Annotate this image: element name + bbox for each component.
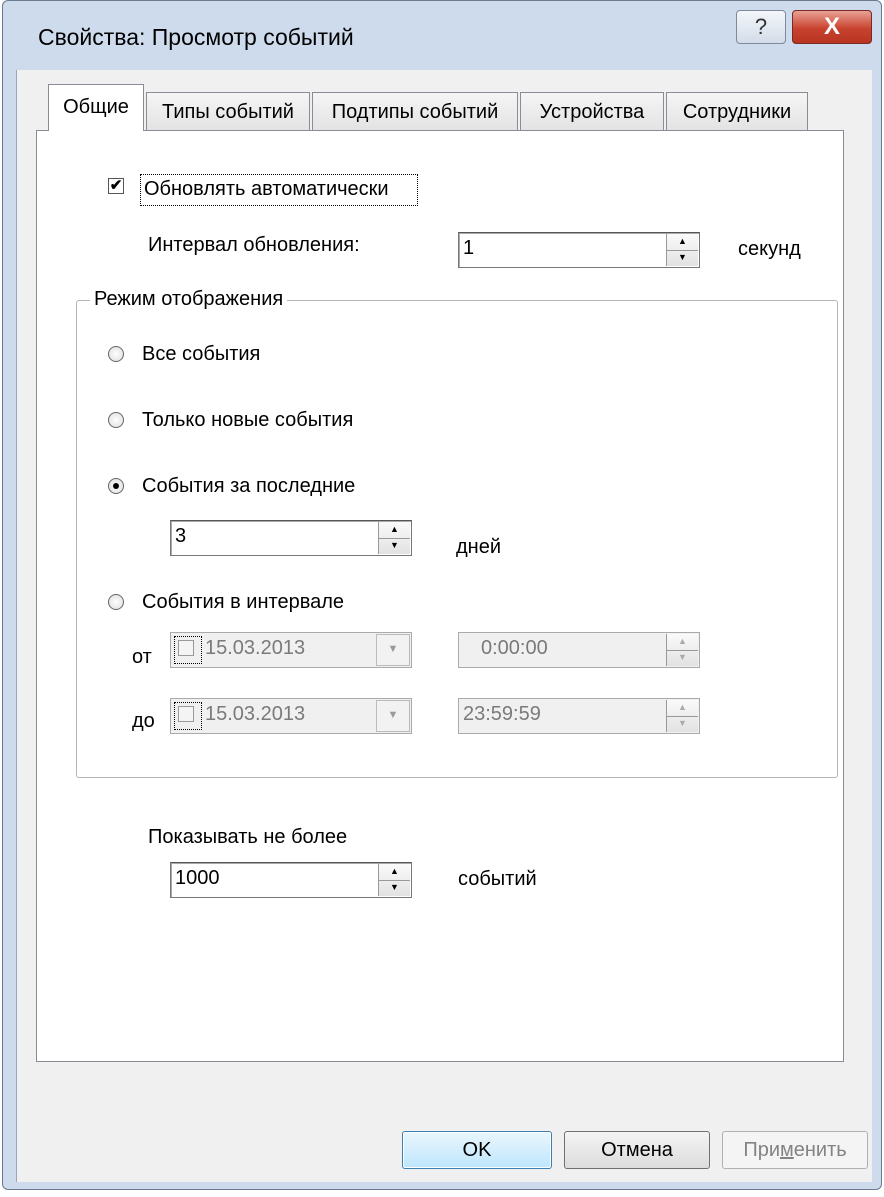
spin-up-icon[interactable]: ▲ — [667, 634, 698, 651]
interval-input[interactable]: 1 — [458, 232, 700, 268]
spin-up-icon[interactable]: ▲ — [379, 522, 410, 539]
spin-up-icon[interactable]: ▲ — [667, 700, 698, 717]
max-events-label: Показывать не более — [148, 826, 348, 848]
focus-rectangle — [174, 636, 202, 664]
spin-up-icon[interactable]: ▲ — [667, 234, 698, 251]
tab-general[interactable]: Общие — [48, 84, 144, 131]
range-events-label[interactable]: События в интервале — [142, 591, 344, 614]
apply-label-suffix: енить — [793, 1139, 847, 1161]
last-events-label[interactable]: События за последние — [142, 475, 355, 498]
apply-button[interactable]: Применить — [722, 1131, 868, 1169]
auto-refresh-label[interactable]: Обновлять автоматически — [144, 178, 389, 201]
chevron-down-icon: ▼ — [387, 709, 399, 721]
spin-down-icon[interactable]: ▼ — [379, 538, 410, 554]
chevron-down-icon: ▼ — [387, 643, 399, 655]
spin-up-icon[interactable]: ▲ — [379, 864, 410, 881]
radio-all-events[interactable] — [108, 346, 124, 362]
spin-down-icon[interactable]: ▼ — [379, 880, 410, 896]
spin-down-icon[interactable]: ▼ — [667, 250, 698, 266]
tab-event-subtypes[interactable]: Подтипы событий — [312, 92, 518, 130]
apply-label-mnemonic: м — [780, 1139, 794, 1161]
interval-spinner[interactable]: ▲ ▼ — [666, 234, 698, 266]
window-title: Свойства: Просмотр событий — [38, 24, 354, 50]
apply-label-prefix: При — [743, 1139, 780, 1161]
cancel-button[interactable]: Отмена — [564, 1131, 710, 1169]
ok-button[interactable]: OK — [402, 1131, 552, 1169]
range-from-dropdown-button[interactable]: ▼ — [376, 634, 410, 666]
spin-down-icon[interactable]: ▼ — [667, 716, 698, 732]
range-to-time-spinner[interactable]: ▲ ▼ — [666, 700, 698, 732]
display-mode-legend: Режим отображения — [90, 288, 288, 311]
radio-last-events[interactable] — [108, 478, 124, 494]
range-to-dropdown-button[interactable]: ▼ — [376, 700, 410, 732]
spin-down-icon[interactable]: ▼ — [667, 650, 698, 666]
radio-new-events[interactable] — [108, 412, 124, 428]
interval-unit: секунд — [738, 238, 801, 260]
radio-range-events[interactable] — [108, 594, 124, 610]
tab-devices[interactable]: Устройства — [520, 92, 664, 130]
last-days-input[interactable]: 3 — [170, 520, 412, 556]
interval-label: Интервал обновления: — [148, 234, 360, 256]
range-from-time[interactable]: 0:00:00 — [458, 632, 700, 668]
tab-employees[interactable]: Сотрудники — [666, 92, 808, 130]
close-button[interactable]: X — [792, 10, 872, 44]
max-events-spinner[interactable]: ▲ ▼ — [378, 864, 410, 896]
tab-event-types[interactable]: Типы событий — [146, 92, 310, 130]
last-days-spinner[interactable]: ▲ ▼ — [378, 522, 410, 554]
range-to-time[interactable]: 23:59:59 — [458, 698, 700, 734]
range-from-label: от — [132, 646, 152, 668]
max-events-input[interactable]: 1000 — [170, 862, 412, 898]
range-from-time-spinner[interactable]: ▲ ▼ — [666, 634, 698, 666]
range-to-label: до — [132, 710, 155, 732]
new-events-label[interactable]: Только новые события — [142, 409, 353, 432]
all-events-label[interactable]: Все события — [142, 343, 260, 366]
max-events-unit: событий — [458, 868, 537, 890]
focus-rectangle — [174, 702, 202, 730]
last-days-unit: дней — [456, 536, 502, 558]
help-button[interactable]: ? — [736, 10, 786, 44]
auto-refresh-checkbox[interactable]: ✔ — [108, 178, 124, 194]
